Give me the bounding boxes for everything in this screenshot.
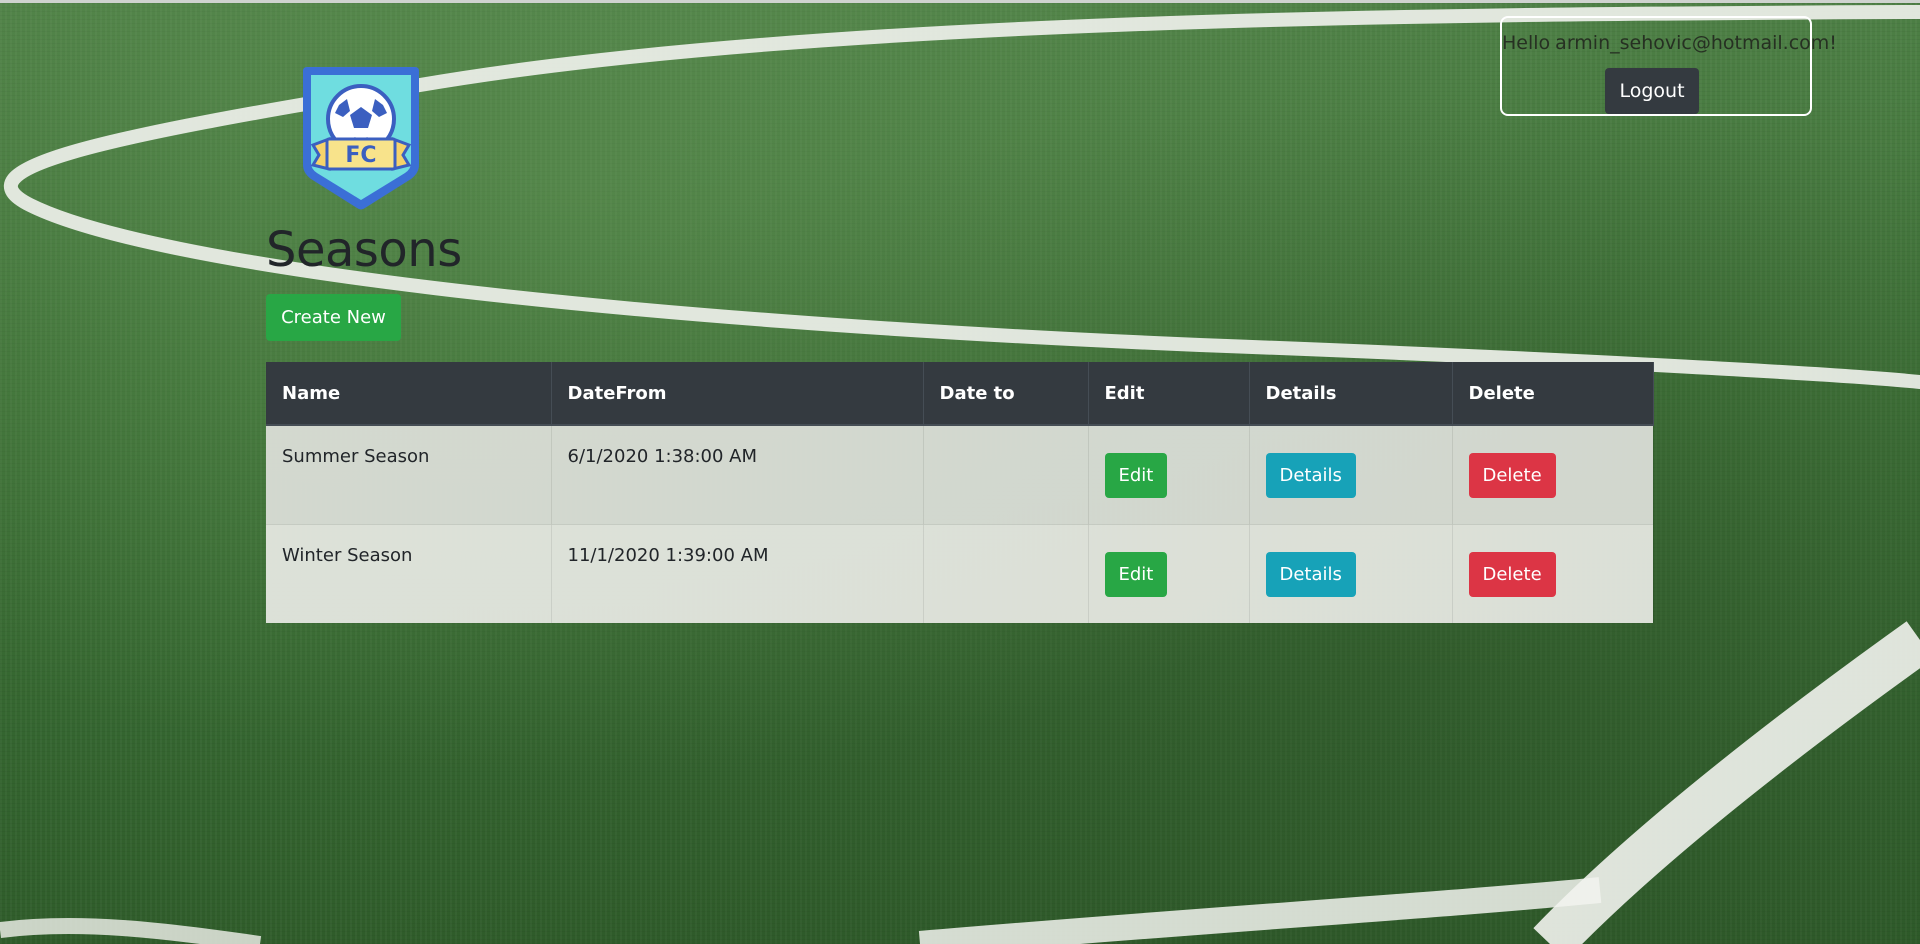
soccer-club-crest-icon: FC [303,67,419,210]
delete-button[interactable]: Delete [1468,551,1556,597]
pitch-corner-line [1533,621,1920,944]
logo-text: FC [345,143,376,168]
date-from-cell: 6/1/2020 1:38:00 AM [551,424,924,525]
column-header-details: Details [1249,362,1453,426]
create-new-button[interactable]: Create New [266,294,401,341]
date-to-cell [923,424,1089,525]
details-button[interactable]: Details [1265,452,1356,498]
greeting-text: Hello armin_sehovic@hotmail.com! [1502,32,1837,54]
date-from-cell: 11/1/2020 1:39:00 AM [551,524,924,623]
season-name-cell: Summer Season [266,424,552,525]
logout-button[interactable]: Logout [1605,68,1699,114]
edit-button[interactable]: Edit [1104,551,1168,597]
column-header-delete: Delete [1452,362,1654,426]
delete-button[interactable]: Delete [1468,452,1556,498]
user-email: armin_sehovic@hotmail.com! [1555,32,1837,54]
pitch-bottom-line [918,877,1602,944]
details-button[interactable]: Details [1265,551,1356,597]
details-cell: Details [1249,424,1453,525]
user-panel: Hello armin_sehovic@hotmail.com! Logout [1500,16,1837,116]
edit-cell: Edit [1088,424,1250,525]
column-header-date-to: Date to [923,362,1089,426]
table-header-row: Name DateFrom Date to Edit Details Delet… [266,362,1654,426]
edit-button[interactable]: Edit [1104,452,1168,498]
seasons-table: Name DateFrom Date to Edit Details Delet… [266,362,1654,623]
date-to-cell [923,524,1089,623]
table-row: Summer Season 6/1/2020 1:38:00 AM Edit D… [266,424,1654,525]
column-header-date-from: DateFrom [551,362,924,426]
details-cell: Details [1249,524,1453,623]
page-title: Seasons [266,222,462,278]
delete-cell: Delete [1452,424,1654,525]
pitch-bottom-left-line [0,917,262,944]
column-header-edit: Edit [1088,362,1250,426]
greeting-prefix: Hello [1502,32,1551,54]
table-row: Winter Season 11/1/2020 1:39:00 AM Edit … [266,524,1654,623]
season-name-cell: Winter Season [266,524,552,623]
edit-cell: Edit [1088,524,1250,623]
seasons-table-container: Name DateFrom Date to Edit Details Delet… [266,362,1654,623]
delete-cell: Delete [1452,524,1654,623]
column-header-name: Name [266,362,552,426]
